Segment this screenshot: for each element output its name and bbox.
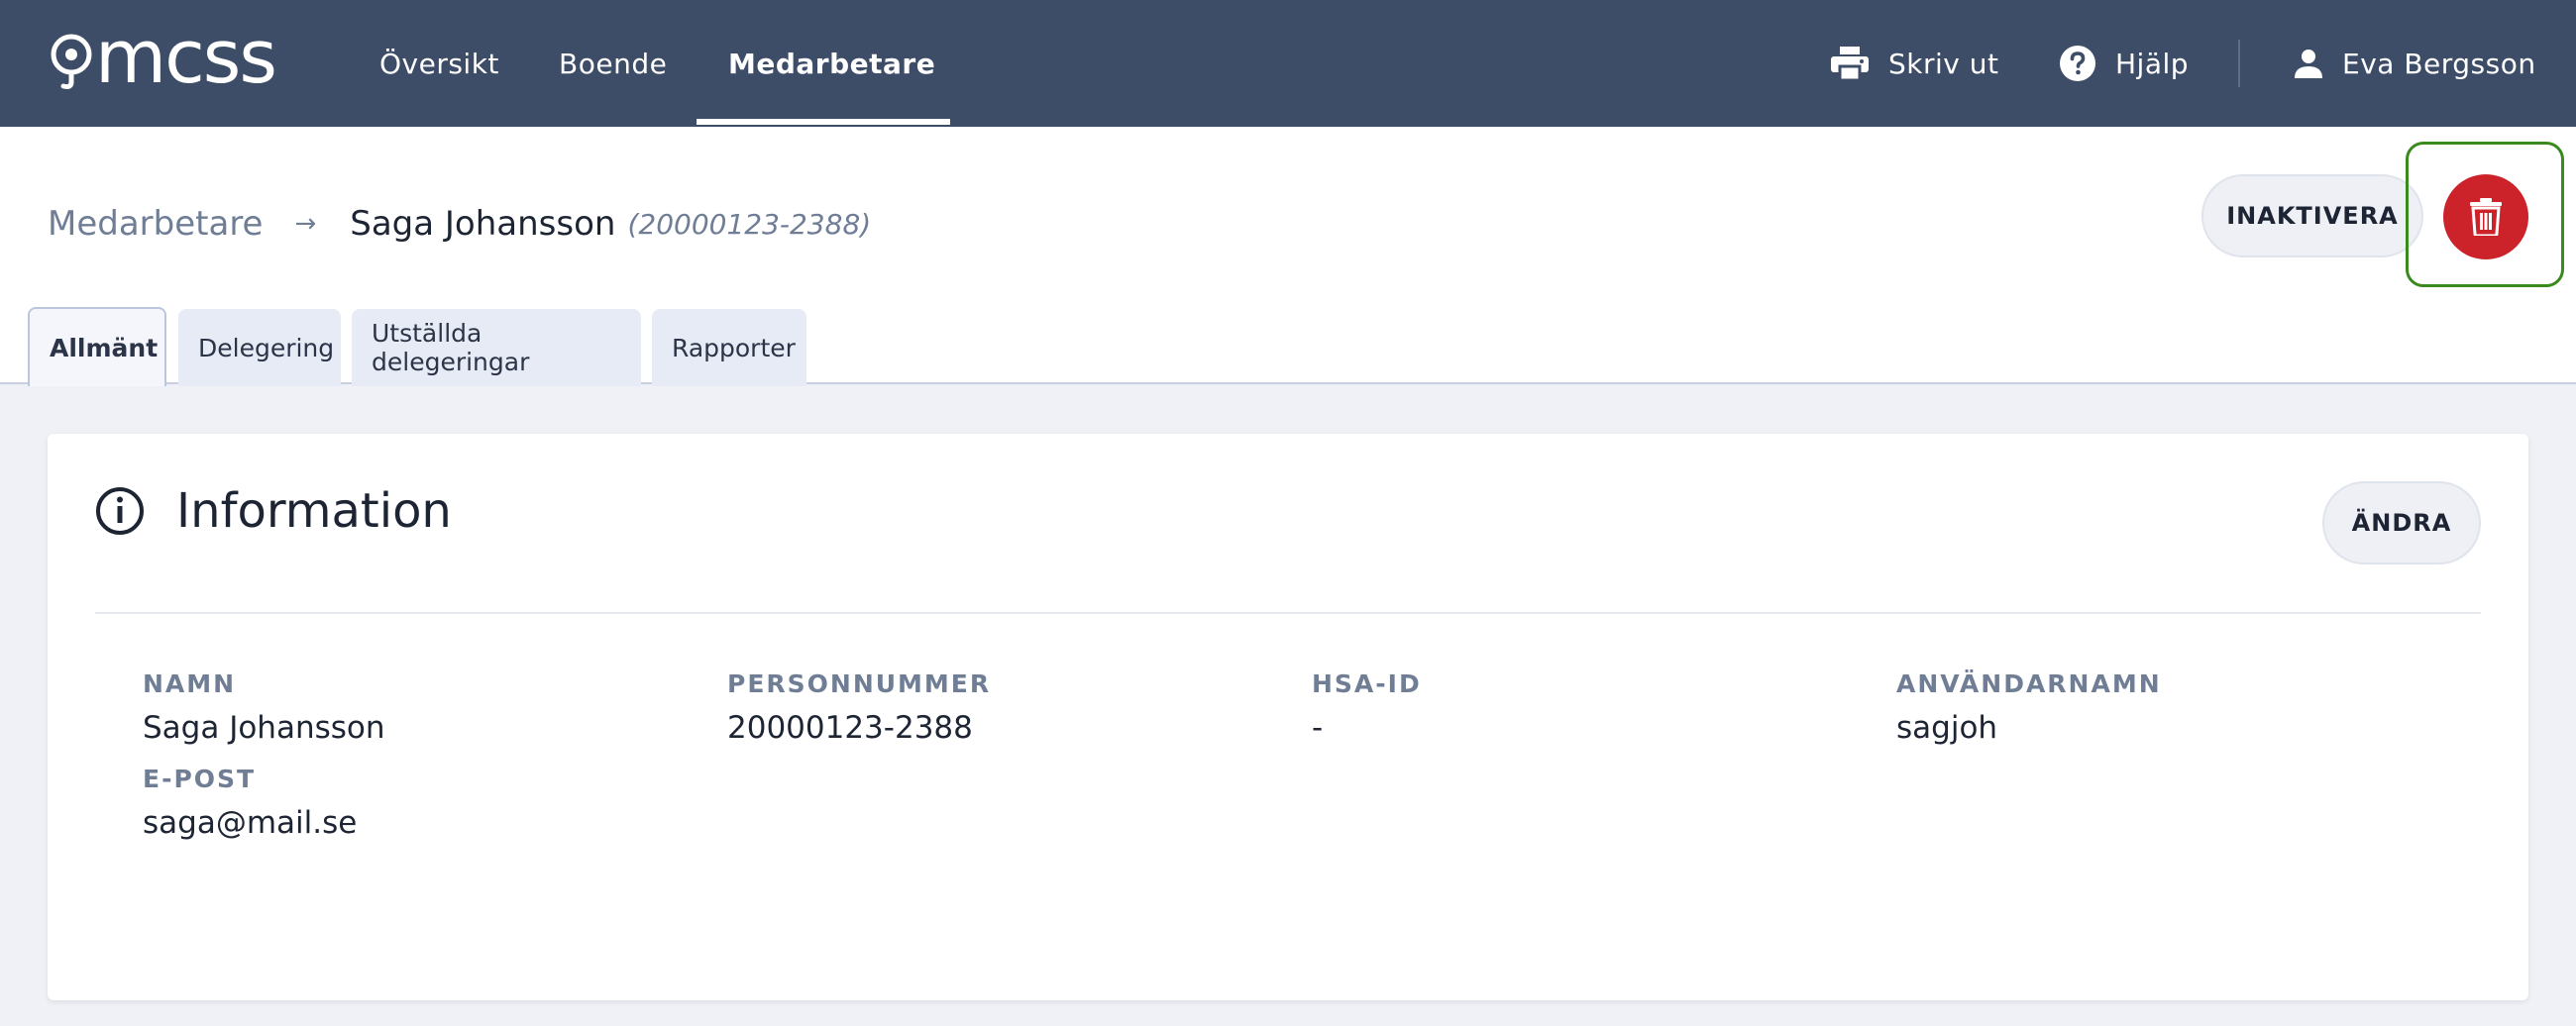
field-label: ANVÄNDARNAMN bbox=[1896, 669, 2162, 698]
card-header: Information bbox=[95, 483, 452, 539]
info-icon bbox=[96, 487, 144, 535]
user-icon bbox=[2295, 50, 2322, 78]
field-label: PERSONNUMMER bbox=[727, 669, 992, 698]
nav-item-medarbetare[interactable]: Medarbetare bbox=[728, 0, 935, 127]
nav-item-boende[interactable]: Boende bbox=[559, 0, 667, 127]
field-username: ANVÄNDARNAMN sagjoh bbox=[1896, 669, 2162, 746]
nav-divider bbox=[2238, 40, 2240, 87]
field-name: NAMN Saga Johansson bbox=[143, 669, 385, 746]
trash-icon bbox=[2470, 198, 2502, 236]
tab-rapporter[interactable]: Rapporter bbox=[652, 309, 806, 386]
logo-mark-icon bbox=[51, 34, 92, 89]
user-menu[interactable]: Eva Bergsson bbox=[2295, 0, 2536, 127]
user-name: Eva Bergsson bbox=[2342, 47, 2536, 80]
field-hsa-id: HSA-ID - bbox=[1312, 669, 1422, 746]
field-email: E-POST saga@mail.se bbox=[143, 765, 357, 841]
information-card: Information ÄNDRA NAMN Saga Johansson PE… bbox=[48, 434, 2528, 1000]
print-label: Skriv ut bbox=[1888, 47, 1999, 80]
help-icon bbox=[2060, 46, 2095, 81]
printer-icon bbox=[1831, 47, 1869, 80]
active-nav-indicator bbox=[697, 119, 950, 125]
print-button[interactable]: Skriv ut bbox=[1831, 0, 1998, 127]
field-label: E-POST bbox=[143, 765, 257, 793]
breadcrumb-parent-link[interactable]: Medarbetare bbox=[48, 204, 263, 244]
help-label: Hjälp bbox=[2115, 47, 2190, 80]
logo[interactable]: mcss bbox=[50, 21, 277, 94]
inactivate-button[interactable]: INAKTIVERA bbox=[2201, 174, 2423, 257]
field-value: Saga Johansson bbox=[143, 710, 385, 746]
personal-number-subtitle: (20000123-2388) bbox=[627, 207, 872, 241]
tab-allmant[interactable]: Allmänt bbox=[28, 307, 166, 386]
breadcrumb-arrow-icon: → bbox=[294, 209, 317, 239]
card-title: Information bbox=[176, 483, 452, 539]
help-button[interactable]: Hjälp bbox=[2060, 0, 2189, 127]
field-value: - bbox=[1312, 710, 1324, 746]
field-value: sagjoh bbox=[1896, 710, 1998, 746]
nav-item-oversikt[interactable]: Översikt bbox=[379, 0, 499, 127]
top-navigation-bar: mcss Översikt Boende Medarbetare Skriv u… bbox=[0, 0, 2576, 127]
field-personal-number: PERSONNUMMER 20000123-2388 bbox=[727, 669, 991, 746]
delete-button[interactable] bbox=[2443, 174, 2528, 259]
field-value: 20000123-2388 bbox=[727, 710, 973, 746]
field-label: HSA-ID bbox=[1312, 669, 1422, 698]
field-value: saga@mail.se bbox=[143, 805, 358, 841]
page-header: Medarbetare → Saga Johansson (20000123-2… bbox=[0, 127, 2576, 386]
edit-button[interactable]: ÄNDRA bbox=[2322, 481, 2481, 564]
logo-text: mcss bbox=[95, 15, 277, 100]
tab-utstallda-delegeringar[interactable]: Utställda delegeringar bbox=[352, 309, 641, 386]
field-label: NAMN bbox=[143, 669, 237, 698]
card-divider bbox=[95, 612, 2481, 614]
tab-delegering[interactable]: Delegering bbox=[178, 309, 341, 386]
breadcrumb: Medarbetare → Saga Johansson (20000123-2… bbox=[48, 194, 871, 254]
page-title: Saga Johansson bbox=[350, 204, 616, 244]
